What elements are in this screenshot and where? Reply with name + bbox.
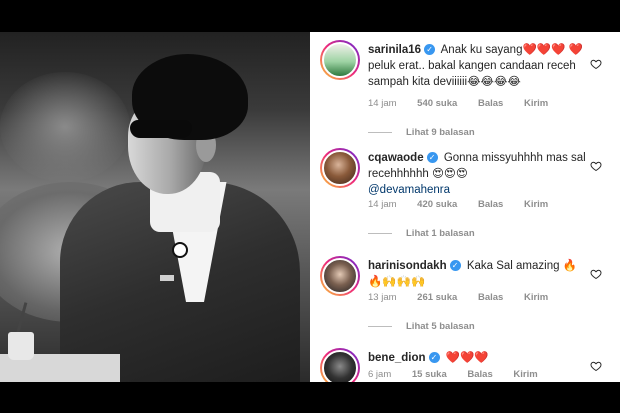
reply-button[interactable]: Balas xyxy=(478,199,503,210)
verified-badge-icon: ✓ xyxy=(424,44,436,56)
verified-badge-icon: ✓ xyxy=(428,352,440,364)
comment-likes[interactable]: 420 suka xyxy=(417,199,457,210)
like-heart-icon[interactable] xyxy=(590,268,602,280)
reply-button[interactable]: Balas xyxy=(478,292,503,303)
view-replies[interactable]: Lihat 5 balasan xyxy=(368,321,475,332)
comment-username[interactable]: harinisondakh xyxy=(368,260,447,272)
comment-time: 14 jam xyxy=(368,98,397,109)
view-replies[interactable]: Lihat 1 balasan xyxy=(368,228,475,239)
comments-panel: sarinila16 ✓ Anak ku sayang❤️❤️❤️ ❤️ pelu… xyxy=(310,32,620,382)
comment-time: 13 jam xyxy=(368,292,397,303)
comment-username[interactable]: cqawaode xyxy=(368,152,424,164)
comment-emoji: ❤️❤️❤️ xyxy=(522,44,566,56)
comment-text: Anak ku sayang xyxy=(440,44,523,56)
mention-link[interactable]: @devamahenra xyxy=(368,184,450,196)
comment-username[interactable]: bene_dion xyxy=(368,352,426,364)
send-button[interactable]: Kirim xyxy=(524,292,548,303)
avatar[interactable] xyxy=(320,148,360,188)
view-replies[interactable]: Lihat 9 balasan xyxy=(368,127,475,138)
post-photo xyxy=(0,32,310,382)
comment-likes[interactable]: 15 suka xyxy=(412,369,447,380)
like-heart-icon[interactable] xyxy=(590,360,602,372)
reply-button[interactable]: Balas xyxy=(467,369,492,380)
verified-badge-icon: ✓ xyxy=(449,260,461,272)
like-heart-icon[interactable] xyxy=(590,160,602,172)
comment-time: 6 jam xyxy=(368,369,392,380)
send-button[interactable]: Kirim xyxy=(524,98,548,109)
comment-emoji: ❤️❤️❤️ xyxy=(445,352,489,364)
like-heart-icon[interactable] xyxy=(590,58,602,70)
avatar[interactable] xyxy=(320,348,360,382)
comment-likes[interactable]: 540 suka xyxy=(417,98,457,109)
post-frame: sarinila16 ✓ Anak ku sayang❤️❤️❤️ ❤️ pelu… xyxy=(0,32,620,382)
avatar[interactable] xyxy=(320,40,360,80)
send-button[interactable]: Kirim xyxy=(524,199,548,210)
verified-badge-icon: ✓ xyxy=(426,152,438,164)
reply-button[interactable]: Balas xyxy=(478,98,503,109)
comment-username[interactable]: sarinila16 xyxy=(368,44,421,56)
send-button[interactable]: Kirim xyxy=(513,369,537,380)
comment-time: 14 jam xyxy=(368,199,397,210)
avatar[interactable] xyxy=(320,256,360,296)
comment-likes[interactable]: 261 suka xyxy=(417,292,457,303)
